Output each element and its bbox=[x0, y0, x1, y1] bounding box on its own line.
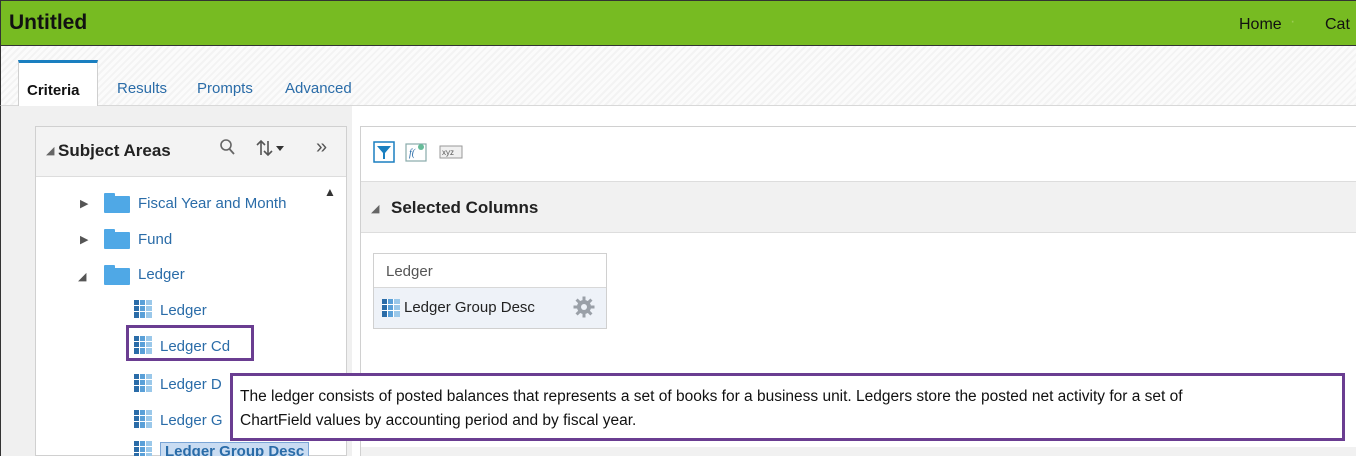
panel-bottom-strip bbox=[361, 447, 1356, 456]
xyz-icon[interactable]: xyz bbox=[439, 141, 463, 163]
selected-columns-header: ◢ Selected Columns bbox=[361, 181, 1356, 233]
page-title: Untitled bbox=[9, 11, 88, 34]
nav-home-link[interactable]: Home bbox=[1239, 16, 1282, 34]
selected-column-card: Ledger Ledger Group Desc bbox=[373, 253, 607, 329]
selected-tree-item-wrap: Ledger Group Desc bbox=[160, 440, 320, 456]
nav-catalog-link[interactable]: Cat bbox=[1325, 16, 1350, 34]
tab-advanced[interactable]: Advanced bbox=[285, 80, 352, 97]
filter-icon[interactable] bbox=[373, 141, 395, 163]
collapse-triangle-icon[interactable]: ◢ bbox=[371, 202, 379, 215]
column-icon bbox=[382, 299, 400, 317]
tooltip-line-2: ChartField values by accounting period a… bbox=[240, 412, 637, 429]
expand-panel-icon[interactable]: » bbox=[316, 136, 327, 159]
folder-icon bbox=[104, 193, 130, 213]
highlight-box bbox=[126, 325, 254, 361]
column-description-tooltip: The ledger consists of posted balances t… bbox=[230, 373, 1345, 441]
scroll-up-icon[interactable]: ▲ bbox=[324, 185, 336, 199]
gear-icon[interactable] bbox=[573, 296, 595, 318]
collapse-triangle-icon[interactable]: ◢ bbox=[46, 144, 54, 157]
tree-item-ledger[interactable]: Ledger bbox=[160, 302, 207, 319]
folder-icon bbox=[104, 265, 130, 285]
title-bar: Untitled Home · Cat bbox=[0, 0, 1356, 46]
sort-icon[interactable] bbox=[256, 138, 286, 163]
tab-bar: Criteria Results Prompts Advanced bbox=[0, 46, 1356, 108]
nav-separator: · bbox=[1290, 13, 1296, 30]
subject-areas-header: ◢ Subject Areas » bbox=[36, 127, 346, 177]
column-properties-icon[interactable]: f( bbox=[405, 141, 427, 163]
tree-item-ledger-group-desc[interactable]: Ledger Group Desc bbox=[160, 442, 310, 456]
column-group-header: Ledger bbox=[374, 254, 606, 288]
search-icon[interactable] bbox=[220, 138, 236, 161]
tree-item-ledger-d[interactable]: Ledger D bbox=[160, 376, 222, 393]
svg-text:xyz: xyz bbox=[442, 148, 454, 157]
tree-item-ledger-folder[interactable]: Ledger bbox=[138, 266, 185, 283]
column-icon bbox=[134, 300, 152, 318]
collapse-arrow-icon[interactable]: ◢ bbox=[78, 270, 86, 283]
tree-item-ledger-g[interactable]: Ledger G bbox=[160, 412, 223, 429]
subject-areas-title: Subject Areas bbox=[58, 141, 171, 160]
column-icon bbox=[134, 441, 152, 456]
tooltip-line-1: The ledger consists of posted balances t… bbox=[240, 388, 1183, 405]
tab-results[interactable]: Results bbox=[117, 80, 167, 97]
svg-text:f(: f( bbox=[409, 148, 416, 159]
column-icon bbox=[134, 374, 152, 392]
expand-arrow-icon[interactable]: ▶ bbox=[80, 233, 88, 246]
tree-item-fund[interactable]: Fund bbox=[138, 231, 172, 248]
folder-icon bbox=[104, 229, 130, 249]
tab-prompts[interactable]: Prompts bbox=[197, 80, 253, 97]
selected-column-row[interactable]: Ledger Group Desc bbox=[374, 288, 606, 328]
column-group-label: Ledger bbox=[386, 263, 433, 280]
column-icon bbox=[134, 410, 152, 428]
tree-item-fiscal-year-and-month[interactable]: Fiscal Year and Month bbox=[138, 195, 286, 212]
selected-columns-title: Selected Columns bbox=[391, 198, 539, 217]
selected-column-name: Ledger Group Desc bbox=[404, 299, 535, 316]
expand-arrow-icon[interactable]: ▶ bbox=[80, 197, 88, 210]
tab-criteria[interactable]: Criteria bbox=[18, 60, 98, 108]
